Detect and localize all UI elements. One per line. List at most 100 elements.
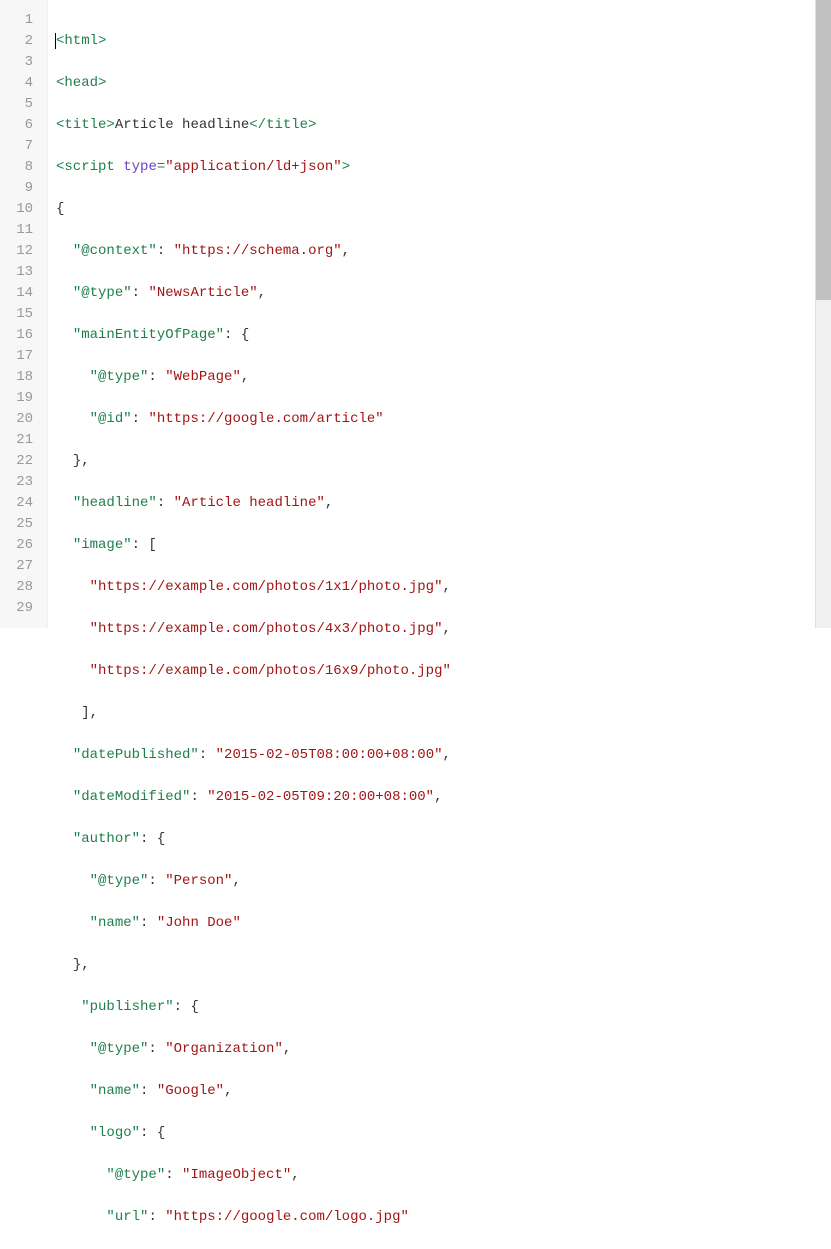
line-number: 5	[0, 94, 39, 115]
line-number: 3	[0, 52, 39, 73]
code-line[interactable]: "https://example.com/photos/1x1/photo.jp…	[56, 577, 815, 598]
json-key: "@type"	[90, 369, 149, 385]
line-number: 26	[0, 535, 39, 556]
line-number: 11	[0, 220, 39, 241]
json-value: "Organization"	[165, 1041, 283, 1057]
json-key: "@context"	[73, 243, 157, 259]
line-number: 2	[0, 31, 39, 52]
json-key: "publisher"	[81, 999, 173, 1015]
json-key: "url"	[106, 1209, 148, 1225]
json-key: "dateModified"	[73, 789, 191, 805]
code-line[interactable]: "https://example.com/photos/4x3/photo.jp…	[56, 619, 815, 640]
json-key: "image"	[73, 537, 132, 553]
json-key: "@type"	[90, 1041, 149, 1057]
code-line[interactable]: "image": [	[56, 535, 815, 556]
line-number: 19	[0, 388, 39, 409]
attr-name: type	[123, 159, 157, 175]
json-value: "WebPage"	[165, 369, 241, 385]
code-line[interactable]: <head>	[56, 73, 815, 94]
code-line[interactable]: "logo": {	[56, 1123, 815, 1144]
json-key: "datePublished"	[73, 747, 199, 763]
brace: {	[56, 201, 64, 217]
code-line[interactable]: "@context": "https://schema.org",	[56, 241, 815, 262]
line-number: 13	[0, 262, 39, 283]
brace: },	[73, 957, 90, 973]
code-line[interactable]: "@type": "ImageObject",	[56, 1165, 815, 1186]
json-value: "ImageObject"	[182, 1167, 291, 1183]
json-value: "2015-02-05T09:20:00+08:00"	[207, 789, 434, 805]
code-editor-area[interactable]: <html> <head> <title>Article headline</t…	[48, 0, 815, 628]
json-key: "headline"	[73, 495, 157, 511]
line-number: 12	[0, 241, 39, 262]
json-key: "@type"	[73, 285, 132, 301]
json-value: "https://example.com/photos/16x9/photo.j…	[90, 663, 451, 679]
line-number: 10	[0, 199, 39, 220]
json-key: "mainEntityOfPage"	[73, 327, 224, 343]
line-number: 22	[0, 451, 39, 472]
code-line[interactable]: "name": "Google",	[56, 1081, 815, 1102]
json-key: "author"	[73, 831, 140, 847]
code-line[interactable]: "name": "John Doe"	[56, 913, 815, 934]
tag-name: head	[64, 75, 98, 91]
json-value: "https://google.com/article"	[148, 411, 383, 427]
line-number: 23	[0, 472, 39, 493]
title-text: Article headline	[115, 117, 249, 133]
brace: },	[73, 453, 90, 469]
code-line[interactable]: "author": {	[56, 829, 815, 850]
tag-name: html	[64, 33, 98, 49]
code-line[interactable]: <title>Article headline</title>	[56, 115, 815, 136]
code-line[interactable]: "url": "https://google.com/logo.jpg"	[56, 1207, 815, 1228]
json-value: "https://google.com/logo.jpg"	[165, 1209, 409, 1225]
code-line[interactable]: "@type": "Organization",	[56, 1039, 815, 1060]
code-line[interactable]: ],	[56, 703, 815, 724]
code-line[interactable]: "@type": "WebPage",	[56, 367, 815, 388]
code-line[interactable]: "dateModified": "2015-02-05T09:20:00+08:…	[56, 787, 815, 808]
json-key: "name"	[90, 915, 140, 931]
line-number: 27	[0, 556, 39, 577]
tag-name: title	[266, 117, 308, 133]
json-value: "https://schema.org"	[174, 243, 342, 259]
tag-name: title	[64, 117, 106, 133]
code-line[interactable]: },	[56, 955, 815, 976]
line-number: 6	[0, 115, 39, 136]
line-number-gutter: 1 2 3 4 5 6 7 8 9 10 11 12 13 14 15 16 1…	[0, 0, 48, 628]
scrollbar-thumb[interactable]	[816, 0, 831, 300]
line-number: 17	[0, 346, 39, 367]
code-line[interactable]: "@id": "https://google.com/article"	[56, 409, 815, 430]
json-value: "Person"	[165, 873, 232, 889]
code-line[interactable]: "datePublished": "2015-02-05T08:00:00+08…	[56, 745, 815, 766]
line-number: 8	[0, 157, 39, 178]
json-key: "@type"	[90, 873, 149, 889]
code-line[interactable]: "publisher": {	[56, 997, 815, 1018]
code-line[interactable]: {	[56, 199, 815, 220]
line-number: 18	[0, 367, 39, 388]
json-value: "Article headline"	[174, 495, 325, 511]
line-number: 16	[0, 325, 39, 346]
code-line[interactable]: "https://example.com/photos/16x9/photo.j…	[56, 661, 815, 682]
line-number: 4	[0, 73, 39, 94]
code-line[interactable]: },	[56, 451, 815, 472]
json-value: "John Doe"	[157, 915, 241, 931]
json-key: "name"	[90, 1083, 140, 1099]
code-line[interactable]: "@type": "Person",	[56, 871, 815, 892]
line-number: 14	[0, 283, 39, 304]
line-number: 7	[0, 136, 39, 157]
attr-value: "application/ld+json"	[165, 159, 341, 175]
line-number: 29	[0, 598, 39, 619]
json-value: "NewsArticle"	[148, 285, 257, 301]
code-line[interactable]: "headline": "Article headline",	[56, 493, 815, 514]
line-number: 9	[0, 178, 39, 199]
code-line[interactable]: "mainEntityOfPage": {	[56, 325, 815, 346]
vertical-scrollbar[interactable]	[815, 0, 831, 628]
json-key: "@type"	[106, 1167, 165, 1183]
line-number: 15	[0, 304, 39, 325]
line-number: 25	[0, 514, 39, 535]
tag-name: script	[64, 159, 114, 175]
code-line[interactable]: <script type="application/ld+json">	[56, 157, 815, 178]
code-line[interactable]: <html>	[56, 31, 815, 52]
json-value: "https://example.com/photos/4x3/photo.jp…	[90, 621, 443, 637]
line-number: 24	[0, 493, 39, 514]
code-line[interactable]: "@type": "NewsArticle",	[56, 283, 815, 304]
json-value: "https://example.com/photos/1x1/photo.jp…	[90, 579, 443, 595]
json-key: "logo"	[90, 1125, 140, 1141]
